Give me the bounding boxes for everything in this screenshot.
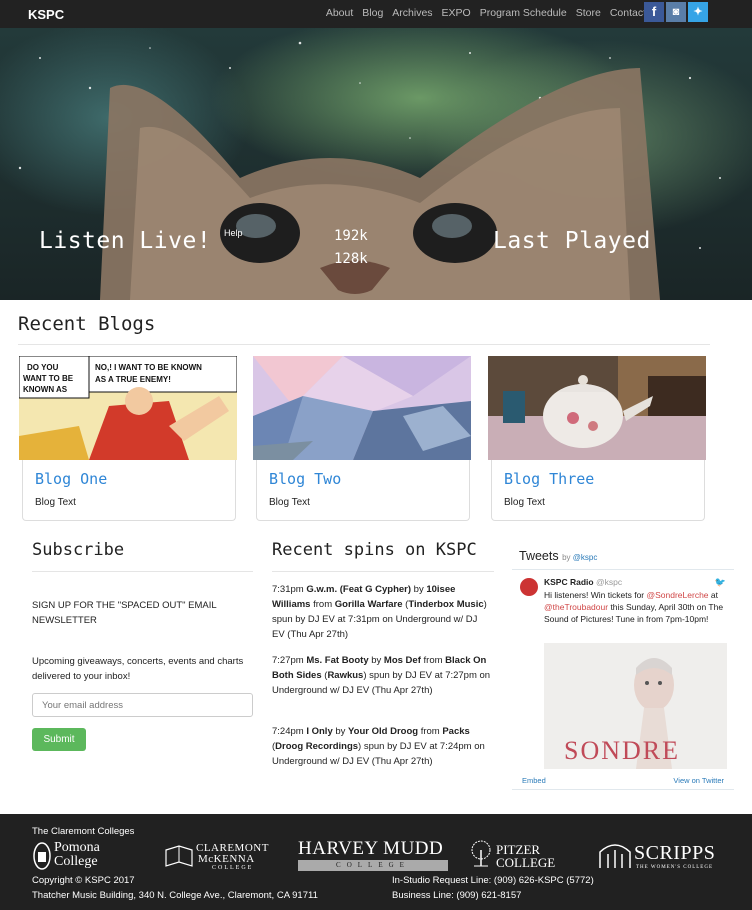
nav-about[interactable]: About [326, 7, 353, 19]
nav-archives[interactable]: Archives [392, 7, 432, 19]
recent-spins-title: Recent spins on KSPC [272, 540, 477, 560]
stream-128k-link[interactable]: 128k [334, 251, 368, 267]
nav-blog[interactable]: Blog [362, 7, 383, 19]
pomona-seal-icon [33, 842, 51, 870]
spin-song: G.w.m. (Feat G Cypher) [306, 584, 412, 595]
blog-text: Blog Text [504, 497, 545, 508]
svg-text:DO YOU: DO YOU [27, 363, 59, 372]
tree-icon [471, 840, 491, 867]
footer: The Claremont Colleges Pomona College CL… [0, 814, 752, 910]
spin-album: Packs [442, 726, 470, 737]
twitter-bird-icon: 🐦 [714, 577, 726, 587]
pitzer-college-logo[interactable]: PITZER COLLEGE [468, 840, 558, 874]
nav-contact[interactable]: Contact [610, 7, 646, 19]
blog-card-body: Blog Two Blog Text [256, 460, 470, 521]
blog-three-image [488, 356, 706, 460]
twitter-widget-header: Tweets by @kspc [519, 549, 598, 563]
blog-title[interactable]: Blog Two [269, 470, 341, 488]
blog-card-body: Blog One Blog Text [22, 460, 236, 521]
spin-song: Ms. Fat Booty [306, 655, 369, 666]
nav-links: About Blog Archives EXPO Program Schedul… [317, 7, 646, 19]
mention-link[interactable]: @SondreLerche [647, 590, 709, 600]
recent-blogs-title: Recent Blogs [18, 313, 156, 335]
twitter-handle-link[interactable]: @kspc [573, 553, 598, 562]
twitter-widget: Tweets by @kspc KSPC Radio @kspc 🐦 Hi li… [512, 540, 734, 790]
claremont-mckenna-logo[interactable]: CLAREMONT McKENNA COLLEGE [164, 840, 274, 874]
nav-program-schedule[interactable]: Program Schedule [480, 7, 567, 19]
spin-artist: Mos Def [383, 655, 421, 666]
subscribe-title: Subscribe [32, 540, 125, 560]
blog-two-image [253, 356, 471, 460]
tweet-author[interactable]: KSPC Radio @kspc [544, 577, 622, 587]
brand-logo[interactable]: KSPC [28, 7, 64, 22]
copyright-text: Copyright © KSPC 2017 [32, 875, 135, 886]
blog-text: Blog Text [35, 497, 76, 508]
divider [32, 571, 253, 572]
business-line-text: Business Line: (909) 621-8157 [392, 890, 522, 901]
social-links: f ◙ ✦ [644, 2, 708, 22]
pomona-college-logo[interactable]: Pomona College [32, 838, 142, 874]
tweet-text: Hi listeners! Win tickets for @SondreLer… [544, 590, 724, 624]
blog-title[interactable]: Blog Three [504, 470, 594, 488]
book-icon [165, 845, 193, 867]
blog-text: Blog Text [269, 497, 310, 508]
hero-banner: Listen Live! Help 192k 128k Last Played [0, 28, 752, 300]
blog-card-body: Blog Three Blog Text [491, 460, 705, 521]
spin-item: 7:27pm Ms. Fat Booty by Mos Def from Bla… [272, 655, 491, 696]
view-on-twitter-link[interactable]: View on Twitter [673, 776, 724, 785]
nav-expo[interactable]: EXPO [442, 7, 471, 19]
svg-text:KNOWN AS: KNOWN AS [23, 385, 68, 394]
tweet-image-text: SONDRE [564, 736, 680, 765]
top-navbar: KSPC About Blog Archives EXPO Program Sc… [0, 0, 752, 28]
listen-live-link[interactable]: Listen Live! [39, 228, 211, 254]
mention-link[interactable]: @theTroubadour [544, 602, 608, 612]
arch-icon [599, 844, 631, 868]
spin-album: Gorilla Warfare [334, 599, 403, 610]
blog-title[interactable]: Blog One [35, 470, 107, 488]
tweet-photo: SONDRE [544, 643, 727, 769]
blog-card[interactable]: Blog Three Blog Text [488, 356, 706, 521]
divider [272, 571, 494, 572]
space-cat-image [18, 41, 721, 300]
twitter-icon[interactable]: ✦ [688, 2, 708, 22]
divider [18, 344, 710, 345]
facebook-icon[interactable]: f [644, 2, 664, 22]
signup-heading: SIGN UP FOR THE "SPACED OUT" EMAIL NEWSL… [32, 600, 217, 626]
scripps-college-logo[interactable]: SCRIPPS THE WOMEN'S COLLEGE [598, 840, 738, 874]
divider [512, 789, 734, 790]
colleges-title: The Claremont Colleges [32, 826, 135, 837]
email-field[interactable] [32, 693, 253, 717]
tweet-image[interactable]: SONDRE [544, 643, 727, 769]
help-link[interactable]: Help [224, 228, 243, 238]
embed-link[interactable]: Embed [522, 776, 546, 785]
spin-label: Rawkus [327, 670, 364, 681]
svg-text:AS A TRUE ENEMY!: AS A TRUE ENEMY! [95, 375, 171, 384]
instagram-icon[interactable]: ◙ [666, 2, 686, 22]
svg-text:NO,! I WANT TO BE KNOWN: NO,! I WANT TO BE KNOWN [95, 363, 202, 372]
harvey-mudd-logo[interactable]: HARVEY MUDD COLLEGE [298, 838, 448, 874]
spin-item: 7:31pm G.w.m. (Feat G Cypher) by 10isee … [272, 584, 487, 640]
spin-label: Droog Recordings [275, 741, 359, 752]
submit-button[interactable]: Submit [32, 728, 86, 751]
stream-192k-link[interactable]: 192k [334, 228, 368, 244]
last-played-link[interactable]: Last Played [493, 228, 651, 254]
spin-item: 7:24pm I Only by Your Old Droog from Pac… [272, 726, 485, 767]
blog-one-image: DO YOU WANT TO BE KNOWN AS NO,! I WANT T… [19, 356, 237, 460]
spin-label: Tinderbox Music [408, 599, 484, 610]
avatar[interactable] [520, 578, 538, 596]
request-line-text: In-Studio Request Line: (909) 626-KSPC (… [392, 875, 594, 886]
blog-card[interactable]: Blog Two Blog Text [253, 356, 471, 521]
upcoming-text: Upcoming giveaways, concerts, events and… [32, 656, 244, 682]
spin-artist: Your Old Droog [348, 726, 419, 737]
address-text: Thatcher Music Building, 340 N. College … [32, 890, 318, 901]
svg-text:WANT TO BE: WANT TO BE [23, 374, 74, 383]
divider [512, 569, 734, 570]
spin-song: I Only [306, 726, 333, 737]
nav-store[interactable]: Store [576, 7, 601, 19]
blog-card[interactable]: DO YOU WANT TO BE KNOWN AS NO,! I WANT T… [19, 356, 237, 521]
